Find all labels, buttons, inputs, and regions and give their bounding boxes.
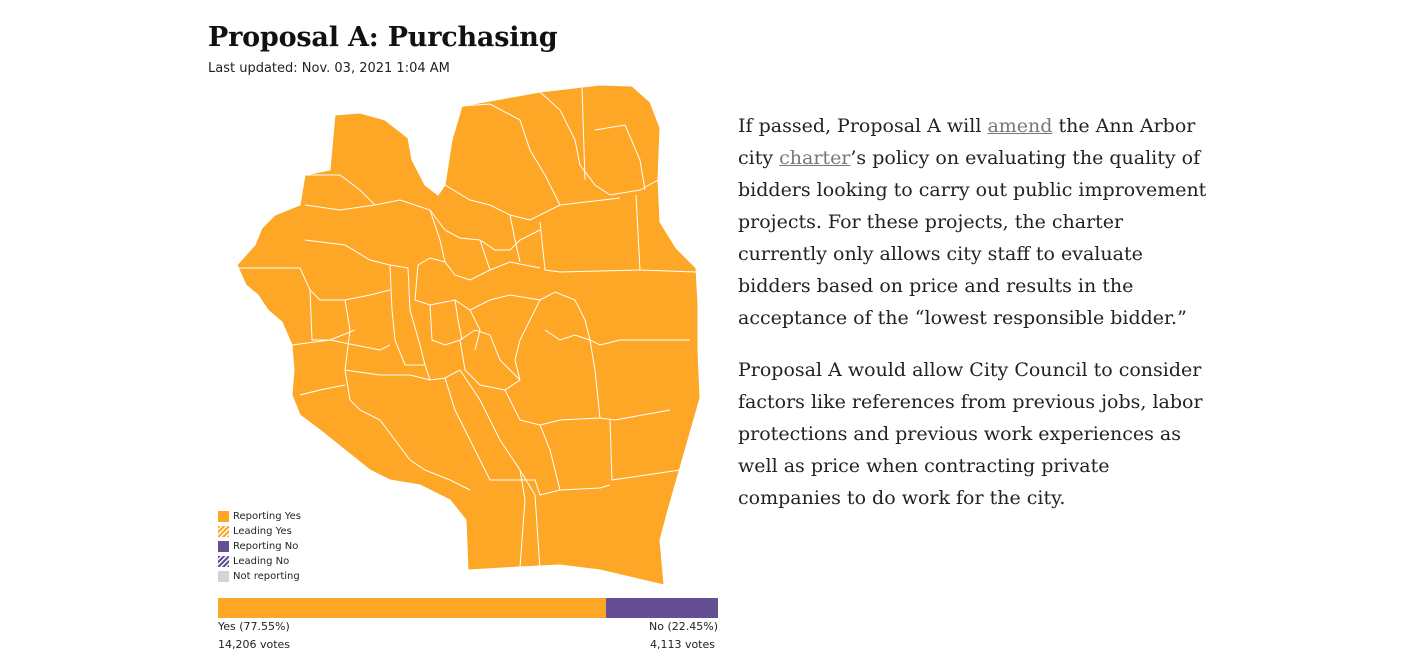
article-paragraph-2: Proposal A would allow City Council to c… bbox=[738, 359, 1203, 509]
legend-swatch-leading-yes bbox=[218, 526, 229, 537]
charter-link[interactable]: charter bbox=[779, 147, 850, 169]
legend-swatch-not-reporting bbox=[218, 571, 229, 582]
article-body: If passed, Proposal A will amend the Ann… bbox=[738, 110, 1208, 534]
city-boundary[interactable] bbox=[236, 84, 701, 586]
page-title: Proposal A: Purchasing bbox=[208, 22, 558, 53]
results-bar bbox=[218, 598, 718, 618]
legend-label: Not reporting bbox=[233, 571, 300, 582]
yes-percent-label: Yes (77.55%) bbox=[218, 620, 290, 633]
legend-label: Leading No bbox=[233, 556, 290, 567]
article-paragraph-1: If passed, Proposal A will amend the Ann… bbox=[738, 110, 1208, 334]
results-bar-yes bbox=[218, 598, 606, 618]
legend-item-reporting-yes: Reporting Yes bbox=[218, 509, 301, 524]
amend-link[interactable]: amend bbox=[987, 115, 1052, 137]
legend-item-not-reporting: Not reporting bbox=[218, 569, 301, 584]
legend-swatch-reporting-yes bbox=[218, 511, 229, 522]
legend-label: Reporting No bbox=[233, 541, 299, 552]
article-text: If passed, Proposal A will bbox=[738, 115, 988, 137]
legend-label: Reporting Yes bbox=[233, 511, 301, 522]
legend-item-reporting-no: Reporting No bbox=[218, 539, 301, 554]
precinct-map-svg bbox=[236, 84, 701, 586]
legend-swatch-reporting-no bbox=[218, 541, 229, 552]
no-votes-label: 4,113 votes bbox=[649, 638, 715, 651]
legend-item-leading-no: Leading No bbox=[218, 554, 301, 569]
legend-label: Leading Yes bbox=[233, 526, 292, 537]
legend-swatch-leading-no bbox=[218, 556, 229, 567]
legend-item-leading-yes: Leading Yes bbox=[218, 524, 301, 539]
yes-votes-label: 14,206 votes bbox=[218, 638, 291, 651]
no-percent-label: No (22.45%) bbox=[649, 620, 718, 633]
precinct-map bbox=[230, 82, 706, 592]
article-text: ’s policy on evaluating the quality of b… bbox=[738, 147, 1207, 329]
last-updated: Last updated: Nov. 03, 2021 1:04 AM bbox=[208, 61, 450, 76]
results-bar-no bbox=[605, 598, 718, 618]
map-legend: Reporting Yes Leading Yes Reporting No L… bbox=[218, 509, 301, 584]
